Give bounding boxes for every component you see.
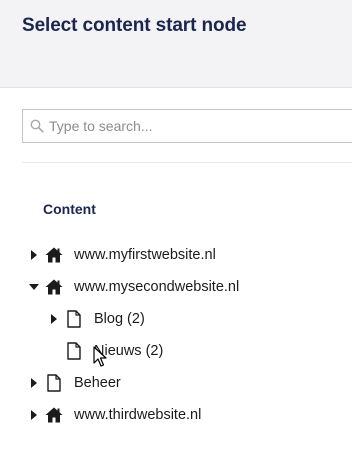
tree-item-label: Blog (2) <box>94 311 145 327</box>
home-icon <box>44 406 64 424</box>
document-icon <box>64 310 84 328</box>
search-icon <box>30 119 44 133</box>
tree-item-beheer[interactable]: Beheer <box>28 371 121 395</box>
caret-right-icon[interactable] <box>28 409 40 421</box>
caret-right-icon[interactable] <box>28 249 40 261</box>
tree-item-label: www.thirdwebsite.nl <box>74 407 202 423</box>
dialog: Select content start node Content www. <box>0 0 352 453</box>
content-panel: Content www.myfirstwebsite.nl <box>0 88 352 453</box>
tree-item-blog[interactable]: Blog (2) <box>48 307 145 331</box>
home-icon <box>44 246 64 264</box>
tree-heading: Content <box>43 201 96 217</box>
dialog-title: Select content start node <box>22 15 247 36</box>
caret-down-icon[interactable] <box>28 281 40 293</box>
caret-spacer <box>48 345 60 357</box>
divider <box>22 162 352 163</box>
tree-item-label: www.myfirstwebsite.nl <box>74 247 216 263</box>
document-icon <box>44 374 64 392</box>
tree-item-label: Beheer <box>74 375 121 391</box>
search-input[interactable] <box>49 110 349 142</box>
dialog-header: Select content start node <box>0 0 352 88</box>
search-box[interactable] <box>22 109 352 143</box>
tree-item-myfirstwebsite[interactable]: www.myfirstwebsite.nl <box>28 243 216 267</box>
caret-right-icon[interactable] <box>28 377 40 389</box>
home-icon <box>44 278 64 296</box>
tree-item-label: Nieuws (2) <box>94 343 164 359</box>
tree-item-label: www.mysecondwebsite.nl <box>74 279 240 295</box>
document-icon <box>64 342 84 360</box>
tree-item-mysecondwebsite[interactable]: www.mysecondwebsite.nl <box>28 275 239 299</box>
tree-item-thirdwebsite[interactable]: www.thirdwebsite.nl <box>28 403 201 427</box>
caret-right-icon[interactable] <box>48 313 60 325</box>
tree-item-nieuws[interactable]: Nieuws (2) <box>48 339 163 363</box>
